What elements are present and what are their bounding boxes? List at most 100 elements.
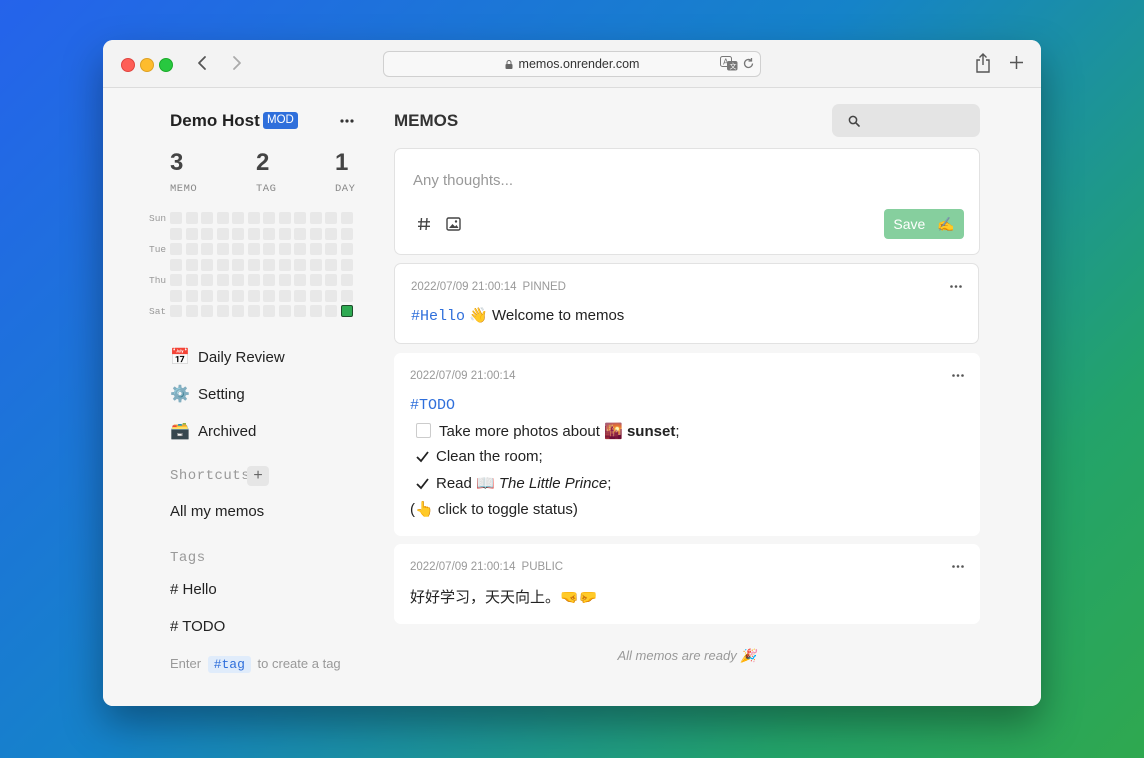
heatmap-cell[interactable] (247, 305, 260, 317)
heatmap-cell[interactable] (185, 289, 198, 302)
heatmap-cell[interactable] (294, 243, 306, 255)
memo-editor[interactable]: Any thoughts... Save ✍️ (394, 148, 980, 255)
todo-item[interactable]: Clean the room; (410, 448, 543, 465)
heatmap-cell[interactable] (232, 274, 244, 286)
heatmap-cell[interactable] (170, 305, 182, 317)
heatmap-cell[interactable] (216, 274, 229, 286)
heatmap-cell[interactable] (340, 212, 353, 224)
heatmap-cell[interactable] (309, 289, 322, 302)
nav-archived[interactable]: 🗃️ Archived (170, 421, 256, 441)
heatmap-cell[interactable] (325, 227, 337, 240)
back-arrow-icon[interactable] (192, 52, 214, 74)
heatmap-cell[interactable] (216, 289, 229, 302)
heatmap-cell[interactable] (263, 289, 275, 302)
heatmap-cell[interactable] (278, 227, 291, 240)
heatmap-cell[interactable] (263, 243, 275, 255)
heatmap-cell[interactable] (216, 243, 229, 255)
hash-tag-icon[interactable] (417, 217, 431, 231)
heatmap-cell[interactable] (309, 305, 322, 317)
heatmap-cell[interactable] (278, 243, 291, 255)
check-icon[interactable] (415, 477, 430, 490)
new-tab-icon[interactable] (1009, 55, 1024, 70)
save-button[interactable]: Save ✍️ (884, 209, 964, 239)
heatmap-cell[interactable] (294, 227, 306, 240)
memo-more-icon[interactable] (952, 565, 964, 568)
heatmap-cell[interactable] (247, 274, 260, 286)
memo-tag-link[interactable]: #Hello (411, 308, 465, 325)
heatmap-cell[interactable] (325, 258, 337, 271)
heatmap-cell[interactable] (247, 227, 260, 240)
forward-arrow-icon[interactable] (225, 52, 247, 74)
heatmap-cell[interactable] (201, 305, 213, 317)
heatmap-cell[interactable] (185, 258, 198, 271)
user-menu-more-icon[interactable] (340, 119, 354, 123)
heatmap-cell[interactable] (325, 274, 337, 286)
heatmap-cell[interactable] (185, 274, 198, 286)
heatmap-cell[interactable] (232, 243, 244, 255)
memo-more-icon[interactable] (950, 285, 962, 288)
heatmap-cell[interactable] (185, 227, 198, 240)
heatmap-cell[interactable] (309, 274, 322, 286)
heatmap-cell[interactable] (185, 212, 198, 224)
search-input[interactable] (832, 104, 980, 137)
minimize-window-button[interactable] (140, 58, 154, 72)
heatmap-cell[interactable] (278, 305, 291, 317)
heatmap-cell[interactable] (278, 212, 291, 224)
heatmap-cell[interactable] (294, 305, 306, 317)
heatmap-cell[interactable] (201, 258, 213, 271)
shortcut-item[interactable]: All my memos (170, 503, 264, 520)
heatmap-cell[interactable] (325, 243, 337, 255)
heatmap-cell[interactable] (170, 243, 182, 255)
heatmap-cell[interactable] (170, 227, 182, 240)
heatmap-cell[interactable] (294, 258, 306, 271)
heatmap-cell[interactable] (216, 305, 229, 317)
add-shortcut-button[interactable]: + (247, 466, 269, 486)
heatmap-cell[interactable] (309, 227, 322, 240)
heatmap-cell[interactable] (247, 243, 260, 255)
heatmap-cell[interactable] (170, 274, 182, 286)
todo-item[interactable]: Read 📖 The Little Prince; (410, 474, 611, 492)
heatmap-cell[interactable] (263, 212, 275, 224)
close-window-button[interactable] (121, 58, 135, 72)
heatmap-cell[interactable] (278, 274, 291, 286)
user-name[interactable]: Demo Host (170, 111, 260, 131)
heatmap-cell[interactable] (232, 289, 244, 302)
heatmap-cell[interactable] (201, 274, 213, 286)
nav-daily-review[interactable]: 📅 Daily Review (170, 347, 285, 367)
heatmap-cell[interactable] (232, 227, 244, 240)
heatmap-cell[interactable] (170, 258, 182, 271)
heatmap-cell[interactable] (278, 258, 291, 271)
heatmap-cell[interactable] (325, 289, 337, 302)
heatmap-cell[interactable] (170, 289, 182, 302)
heatmap-cell[interactable] (340, 289, 353, 302)
heatmap-cell[interactable] (278, 289, 291, 302)
heatmap-cell[interactable] (263, 274, 275, 286)
check-icon[interactable] (415, 450, 430, 463)
image-upload-icon[interactable] (446, 217, 461, 231)
heatmap-cell[interactable] (216, 212, 229, 224)
heatmap-cell[interactable] (340, 258, 353, 271)
heatmap-cell[interactable] (340, 243, 353, 255)
heatmap-cell[interactable] (263, 258, 275, 271)
heatmap-cell[interactable] (294, 289, 306, 302)
editor-placeholder[interactable]: Any thoughts... (413, 172, 513, 189)
heatmap-cell[interactable] (247, 289, 260, 302)
heatmap-cell[interactable] (247, 212, 260, 224)
heatmap-cell[interactable] (340, 227, 353, 240)
tag-item-hello[interactable]: # Hello (170, 581, 217, 598)
heatmap-cell[interactable] (309, 212, 322, 224)
translate-icon[interactable]: A文 (720, 56, 738, 71)
heatmap-cell[interactable] (201, 227, 213, 240)
heatmap-cell[interactable] (325, 305, 337, 317)
memo-timestamp[interactable]: 2022/07/09 21:00:14 (410, 370, 516, 382)
heatmap-cell[interactable] (232, 258, 244, 271)
heatmap-cell[interactable] (185, 243, 198, 255)
heatmap-cell[interactable] (185, 305, 198, 317)
heatmap-cell[interactable] (216, 227, 229, 240)
heatmap-cell[interactable] (294, 274, 306, 286)
heatmap-cell[interactable] (340, 274, 353, 286)
heatmap-cell[interactable] (216, 258, 229, 271)
heatmap-cell[interactable] (294, 212, 306, 224)
heatmap-cell[interactable] (325, 212, 337, 224)
todo-checkbox-unchecked[interactable] (416, 423, 431, 438)
